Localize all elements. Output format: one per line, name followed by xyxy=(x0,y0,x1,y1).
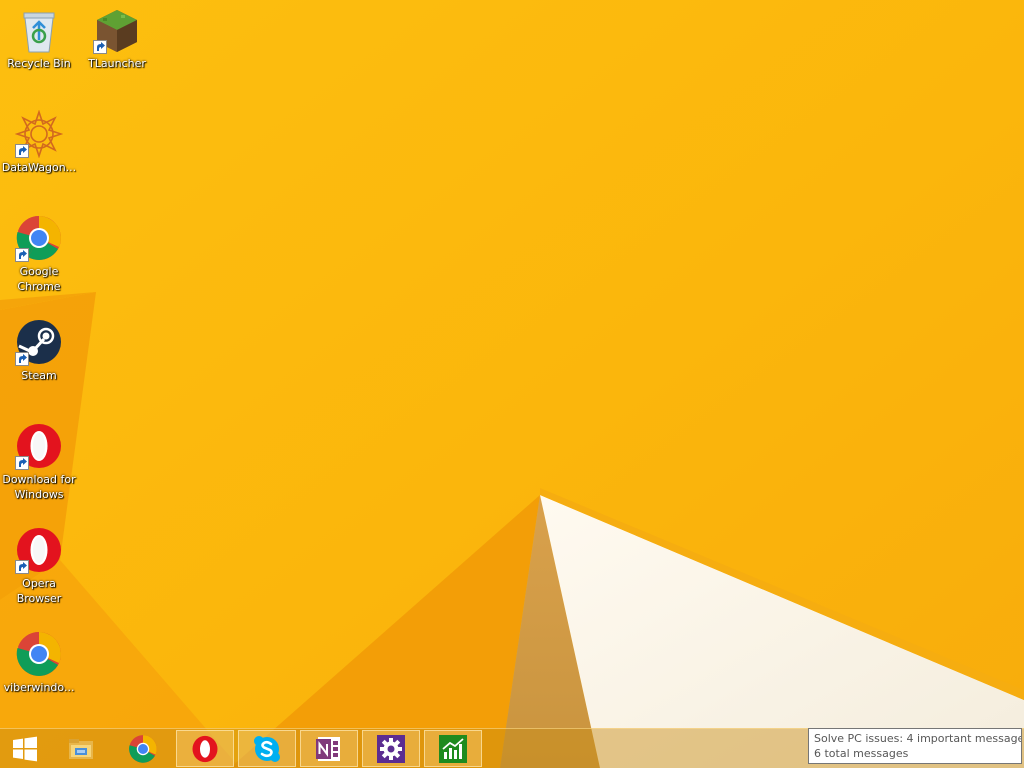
desktop-icon-label: Opera Browser xyxy=(16,577,62,605)
skype-icon xyxy=(254,735,280,762)
start-button[interactable] xyxy=(0,730,54,767)
settings-gear-icon xyxy=(377,734,405,763)
tooltip-line-important: Solve PC issues: 4 important messages xyxy=(814,732,1022,745)
desktop-icon-label: Google Chrome xyxy=(17,265,61,293)
desktop-icon-label: viberwindo... xyxy=(3,681,75,694)
desktop-icon-download-for-windows[interactable]: Download for Windows xyxy=(0,416,78,512)
file-explorer-icon xyxy=(69,738,93,759)
recycle-bin-icon xyxy=(15,6,63,54)
onenote-icon xyxy=(316,736,340,761)
desktop-icon-label: DataWagon... xyxy=(1,161,77,174)
chart-app-icon xyxy=(439,734,467,763)
desktop-icon-label: TLauncher xyxy=(88,57,146,70)
desktop-icon-label: Recycle Bin xyxy=(7,57,71,70)
taskbar-settings-button[interactable] xyxy=(362,730,420,767)
shortcut-arrow-icon xyxy=(15,248,29,262)
tooltip-line-total: 6 total messages xyxy=(814,747,909,760)
desktop-icon-steam[interactable]: Steam xyxy=(0,312,78,408)
desktop-icon-datawagon[interactable]: DataWagon... xyxy=(0,104,78,200)
tlauncher-icon xyxy=(93,6,141,54)
desktop-icon-label: Steam xyxy=(21,369,57,382)
taskbar-skype-button[interactable] xyxy=(238,730,296,767)
taskbar-onenote-button[interactable] xyxy=(300,730,358,767)
chrome-icon xyxy=(15,214,63,262)
shortcut-arrow-icon xyxy=(15,560,29,574)
datawagon-icon xyxy=(15,110,63,158)
opera-icon xyxy=(15,422,63,470)
desktop: Recycle Bin TLauncher DataWagon... Googl… xyxy=(0,0,1024,768)
desktop-icon-opera-browser[interactable]: Opera Browser xyxy=(0,520,78,616)
desktop-icon-google-chrome[interactable]: Google Chrome xyxy=(0,208,78,304)
shortcut-arrow-icon xyxy=(15,352,29,366)
notification-tooltip: Solve PC issues: 4 important messages 6 … xyxy=(808,728,1022,764)
taskbar-opera-button[interactable] xyxy=(176,730,234,767)
shortcut-arrow-icon xyxy=(15,456,29,470)
steam-icon xyxy=(15,318,63,366)
taskbar-chart-app-button[interactable] xyxy=(424,730,482,767)
desktop-icon-viberwindows[interactable]: viberwindo... xyxy=(0,624,78,720)
desktop-icon-recycle-bin[interactable]: Recycle Bin xyxy=(0,0,78,96)
windows-start-icon xyxy=(13,736,37,761)
desktop-icon-label: Download for Windows xyxy=(2,473,76,501)
chrome-icon xyxy=(15,630,63,678)
chrome-icon xyxy=(129,734,157,763)
opera-icon xyxy=(192,735,218,762)
shortcut-arrow-icon xyxy=(93,40,107,54)
taskbar-chrome-button[interactable] xyxy=(114,730,172,767)
wallpaper xyxy=(0,0,1024,768)
shortcut-arrow-icon xyxy=(15,144,29,158)
desktop-icon-tlauncher[interactable]: TLauncher xyxy=(78,0,156,96)
opera-icon xyxy=(15,526,63,574)
taskbar-file-explorer-button[interactable] xyxy=(52,730,110,767)
